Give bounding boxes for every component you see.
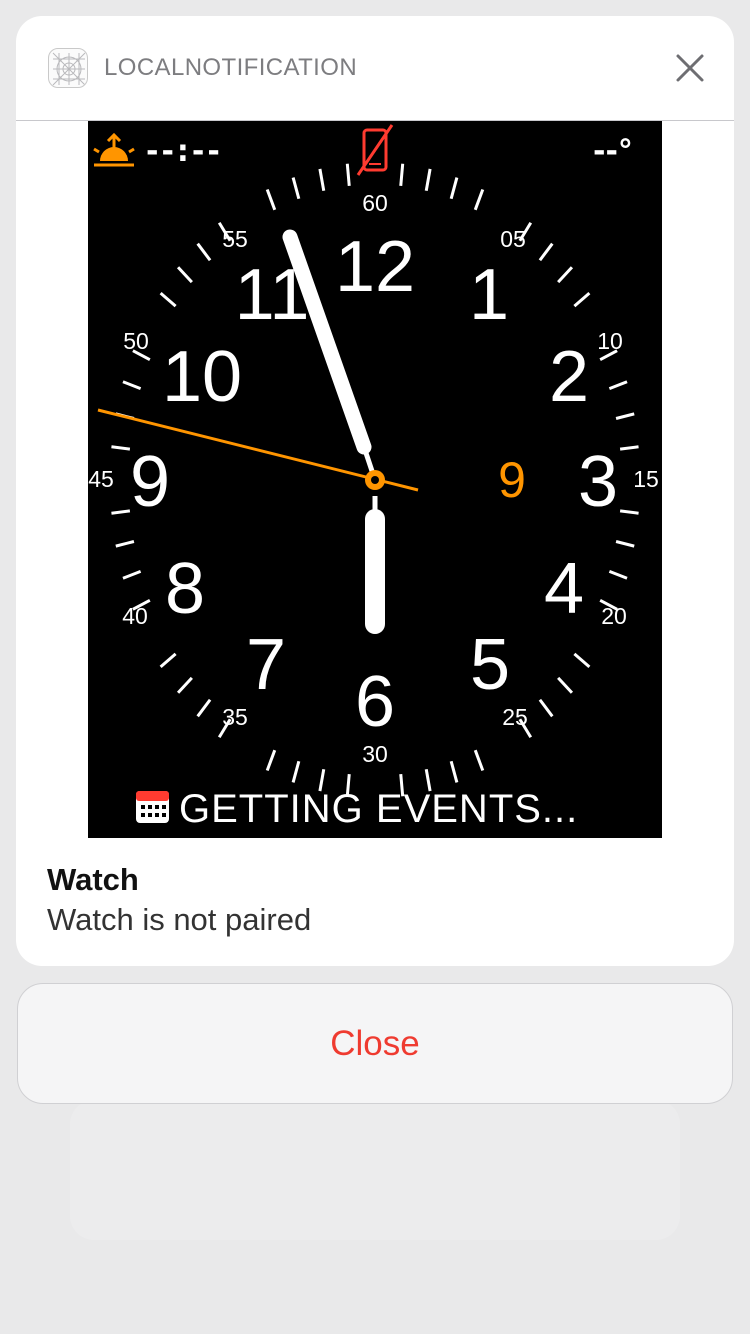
hour-numeral: 4 <box>544 549 584 629</box>
complication-temperature: --° <box>593 134 633 169</box>
minute-tick <box>196 698 212 718</box>
minute-tick <box>538 242 554 262</box>
phone-disconnected-icon <box>356 124 394 176</box>
hour-numeral: 6 <box>355 662 395 742</box>
grid-icon <box>48 48 88 88</box>
minute-label: 50 <box>123 328 149 354</box>
minute-tick <box>196 242 212 262</box>
minute-tick <box>345 163 351 187</box>
minute-tick <box>615 412 635 420</box>
minute-tick <box>265 749 277 772</box>
minute-tick <box>619 509 639 515</box>
hour-numeral: 12 <box>335 227 415 307</box>
hour-numeral: 2 <box>549 337 589 417</box>
close-x-icon[interactable] <box>674 52 706 84</box>
hour-numeral: 8 <box>165 549 205 629</box>
minute-tick <box>573 652 591 669</box>
minute-tick <box>111 509 131 515</box>
minute-label: 15 <box>633 466 659 492</box>
complication-time: --:-- <box>146 134 223 169</box>
minute-tick <box>615 540 635 548</box>
minute-tick <box>573 291 591 308</box>
hour-numeral: 3 <box>578 442 618 522</box>
notification-header: LOCALNOTIFICATION <box>16 16 734 121</box>
notification-card: LOCALNOTIFICATION 60 05 10 15 20 25 30 35 40 45 50… <box>16 16 734 966</box>
stacked-card-background <box>70 1100 680 1240</box>
hour-numeral: 10 <box>162 337 242 417</box>
close-button[interactable]: Close <box>17 983 733 1104</box>
minute-tick <box>265 188 277 211</box>
minute-tick <box>122 380 142 391</box>
minute-label: 10 <box>597 328 623 354</box>
minute-tick <box>449 760 459 783</box>
hour-numeral: 7 <box>246 625 286 705</box>
calendar-icon <box>136 791 169 823</box>
minute-tick <box>619 445 639 451</box>
minute-tick <box>291 177 301 200</box>
minute-tick <box>538 698 554 718</box>
minute-tick <box>122 569 142 580</box>
events-status: GETTING EVENTS... <box>179 787 578 831</box>
minute-tick <box>608 380 628 391</box>
minute-label: 20 <box>601 603 627 629</box>
minute-label: 25 <box>502 704 528 730</box>
minute-tick <box>318 168 326 191</box>
minute-tick <box>399 163 405 187</box>
app-name: LOCALNOTIFICATION <box>104 54 358 81</box>
close-button-label: Close <box>330 1023 420 1063</box>
minute-label: 05 <box>500 226 526 252</box>
minute-label: 60 <box>362 190 388 216</box>
sunrise-icon <box>93 132 135 167</box>
minute-tick <box>608 569 628 580</box>
minute-tick <box>115 540 135 548</box>
minute-label: 35 <box>222 704 248 730</box>
minute-tick <box>557 266 574 284</box>
minute-tick <box>159 291 177 308</box>
minute-tick <box>176 266 193 284</box>
notification-title: Watch <box>47 862 139 897</box>
minute-tick <box>291 760 301 783</box>
hour-numeral: 1 <box>469 255 509 335</box>
minute-label: 30 <box>362 741 388 767</box>
hour-numeral: 5 <box>470 625 510 705</box>
hour-numeral: 9 <box>130 442 170 522</box>
minute-tick <box>176 676 193 694</box>
minute-label: 45 <box>88 466 114 492</box>
date-numeral: 9 <box>498 452 526 508</box>
minute-label: 40 <box>122 603 148 629</box>
notification-body: Watch is not paired <box>47 902 312 937</box>
watch-face-image: 60 05 10 15 20 25 30 35 40 45 50 55 12 1 2 3 4 5 6 7 8 9 10 11… <box>88 121 662 838</box>
minute-label: 55 <box>222 226 248 252</box>
minute-tick <box>473 749 485 772</box>
minute-tick <box>473 188 485 211</box>
minute-tick <box>449 177 459 200</box>
minute-tick <box>111 445 131 451</box>
minute-tick <box>424 168 432 191</box>
minute-tick <box>159 652 177 669</box>
minute-tick <box>557 676 574 694</box>
